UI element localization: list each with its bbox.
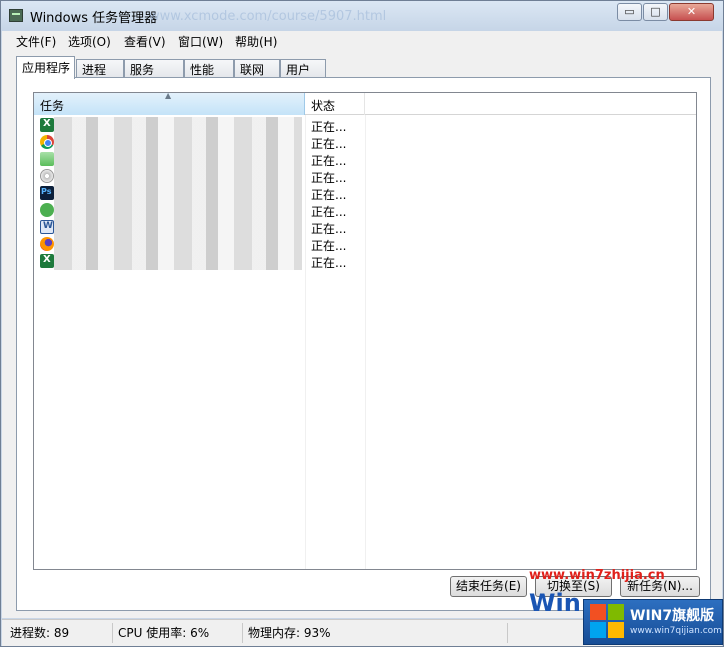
- watermark-badge-title: WIN7旗舰版: [630, 608, 715, 624]
- cd-icon: [40, 169, 54, 183]
- column-header-task[interactable]: ▲ 任务: [34, 91, 305, 115]
- excel-icon: [40, 118, 54, 132]
- menu-options[interactable]: 选项(O): [68, 33, 111, 50]
- menu-bar: 文件(F) 选项(O) 查看(V) 窗口(W) 帮助(H): [2, 31, 722, 51]
- watermark-badge: WIN7旗舰版 www.win7qijian.com: [583, 599, 723, 645]
- task-row[interactable]: 正在...: [34, 134, 696, 151]
- task-status: 正在...: [311, 222, 347, 236]
- task-manager-window: Windows 任务管理器 www.xcmode.com/course/5907…: [0, 0, 724, 647]
- blurred-task-name: [54, 168, 302, 185]
- task-row[interactable]: 正在...: [34, 236, 696, 253]
- blurred-task-name: [54, 202, 302, 219]
- title-bar[interactable]: Windows 任务管理器 www.xcmode.com/course/5907…: [1, 1, 723, 31]
- blurred-task-name: [54, 151, 302, 168]
- excel-icon: [40, 254, 54, 268]
- menu-file[interactable]: 文件(F): [16, 33, 56, 50]
- column-status-label: 状态: [311, 99, 336, 113]
- end-task-button[interactable]: 结束任务(E): [450, 576, 527, 597]
- blurred-task-name: [54, 253, 302, 270]
- photoshop-icon: [40, 186, 54, 200]
- tab-processes[interactable]: 进程: [76, 59, 124, 78]
- tab-services[interactable]: 服务: [124, 59, 184, 78]
- tab-networking[interactable]: 联网: [234, 59, 280, 78]
- status-divider: [507, 623, 508, 643]
- physical-memory: 物理内存: 93%: [248, 626, 331, 640]
- task-row[interactable]: 正在...: [34, 117, 696, 134]
- title-watermark-url: www.xcmode.com/course/5907.html: [149, 9, 387, 24]
- task-status: 正在...: [311, 205, 347, 219]
- applications-panel: ▲ 任务 状态 正在... 正在... 正在... 正在... 正在...: [16, 77, 711, 611]
- folder-icon: [40, 152, 54, 166]
- blurred-task-name: [54, 236, 302, 253]
- status-divider: [112, 623, 113, 643]
- cpu-usage: CPU 使用率: 6%: [118, 626, 210, 640]
- task-status: 正在...: [311, 137, 347, 151]
- task-row[interactable]: 正在...: [34, 253, 696, 270]
- task-list[interactable]: ▲ 任务 状态 正在... 正在... 正在... 正在... 正在...: [33, 91, 697, 570]
- watermark-win-text: Win: [529, 589, 581, 617]
- column-header-status[interactable]: 状态: [305, 93, 365, 115]
- tab-applications[interactable]: 应用程序: [16, 56, 75, 79]
- windows-flag-icon: [590, 604, 626, 640]
- menu-help[interactable]: 帮助(H): [235, 33, 277, 50]
- firefox-icon: [40, 237, 54, 251]
- task-manager-icon: [9, 9, 23, 22]
- tab-performance[interactable]: 性能: [184, 59, 234, 78]
- tab-users[interactable]: 用户: [280, 59, 326, 78]
- watermark-badge-url: www.win7qijian.com: [630, 626, 722, 636]
- word-icon: [40, 220, 54, 234]
- task-row[interactable]: 正在...: [34, 168, 696, 185]
- list-header: ▲ 任务 状态: [34, 91, 696, 115]
- column-task-label: 任务: [40, 99, 65, 113]
- menu-window[interactable]: 窗口(W): [178, 33, 223, 50]
- blurred-task-name: [54, 185, 302, 202]
- task-status: 正在...: [311, 239, 347, 253]
- task-status: 正在...: [311, 154, 347, 168]
- maximize-button[interactable]: □: [643, 3, 668, 21]
- client-area: 应用程序 进程 服务 性能 联网 用户 ▲ 任务 状态 X 正在... 正在..…: [2, 51, 722, 618]
- sort-ascending-icon: ▲: [165, 91, 172, 100]
- status-divider: [242, 623, 243, 643]
- task-row[interactable]: 正在...: [34, 219, 696, 236]
- blurred-task-name: [54, 134, 302, 151]
- menu-view[interactable]: 查看(V): [124, 33, 166, 50]
- task-status: 正在...: [311, 120, 347, 134]
- blurred-task-name: [54, 117, 302, 134]
- process-count: 进程数: 89: [10, 626, 70, 640]
- task-row[interactable]: 正在...: [34, 185, 696, 202]
- minimize-button[interactable]: ▭: [617, 3, 642, 21]
- window-title: Windows 任务管理器: [30, 11, 158, 26]
- blurred-task-name: [54, 219, 302, 236]
- chrome-icon: [40, 135, 54, 149]
- close-button[interactable]: ✕: [669, 3, 714, 21]
- task-rows: 正在... 正在... 正在... 正在... 正在... 正在... 正在..…: [34, 117, 696, 270]
- task-row[interactable]: 正在...: [34, 151, 696, 168]
- column-header-empty: [365, 93, 696, 115]
- wechat-icon: [40, 203, 54, 217]
- task-row[interactable]: 正在...: [34, 202, 696, 219]
- task-status: 正在...: [311, 256, 347, 270]
- watermark-url: www.win7zhijia.cn: [529, 568, 665, 583]
- task-status: 正在...: [311, 171, 347, 185]
- task-status: 正在...: [311, 188, 347, 202]
